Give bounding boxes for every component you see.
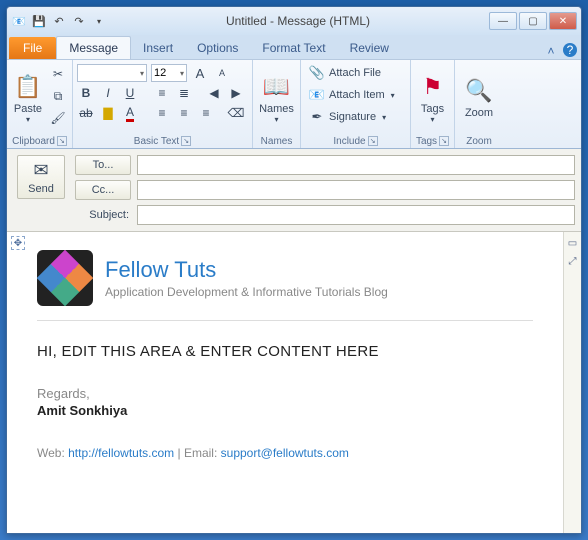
send-button[interactable]: ✉ Send [17,155,65,199]
minimize-button[interactable]: — [489,12,517,30]
file-tab[interactable]: File [9,37,56,59]
copy-icon[interactable]: ⧉ [48,86,68,106]
clear-formatting-icon[interactable]: ⌫ [227,104,245,122]
ribbon-tabs: File Message Insert Options Format Text … [7,35,581,59]
tab-message[interactable]: Message [56,36,131,59]
subject-input[interactable] [137,205,575,225]
anchor-handle-icon[interactable]: ✥ [11,236,25,250]
cc-button[interactable]: Cc... [75,180,131,200]
basictext-dialog-launcher[interactable]: ↘ [181,136,191,146]
chevron-down-icon: ▾ [391,91,395,100]
minimize-ribbon-icon[interactable]: ˄ [543,43,559,59]
flag-icon: ⚑ [417,71,449,103]
close-button[interactable]: ✕ [549,12,577,30]
format-painter-icon[interactable]: 🖌 [48,108,68,128]
group-tags: ⚑ Tags ▾ Tags↘ [411,60,455,148]
font-color-icon[interactable]: A [121,104,139,122]
signature-title: Fellow Tuts [105,257,388,283]
tags-button[interactable]: ⚑ Tags ▾ [415,62,450,132]
group-zoom: 🔍 Zoom Zoom [455,60,503,148]
bold-button[interactable]: B [77,84,95,102]
expand-icon[interactable]: ⤢ [566,254,580,268]
include-dialog-launcher[interactable]: ↘ [368,136,378,146]
to-button[interactable]: To... [75,155,131,175]
address-book-icon: 📖 [261,71,293,103]
quick-access-toolbar: 📧 💾 ↶ ↷ ▾ [11,13,107,29]
font-family-select[interactable]: ▾ [77,64,147,82]
signature-web-link[interactable]: http://fellowtuts.com [68,446,174,460]
numbering-icon[interactable]: ≣ [175,84,193,102]
names-button[interactable]: 📖 Names ▾ [257,62,296,132]
paste-icon: 📋 [12,71,44,103]
increase-indent-icon[interactable]: ▶ [227,84,245,102]
maximize-button[interactable]: ▢ [519,12,547,30]
paperclip-icon: 📎 [309,65,325,81]
outlook-message-window: 📧 💾 ↶ ↷ ▾ Untitled - Message (HTML) — ▢ … [6,6,582,534]
tab-options[interactable]: Options [185,37,250,59]
align-center-icon[interactable]: ≡ [175,104,193,122]
magnifier-icon: 🔍 [463,75,495,107]
grow-font-icon[interactable]: A [191,64,209,82]
signature-body-placeholder: HI, EDIT THIS AREA & ENTER CONTENT HERE [37,343,533,360]
message-body-area: ✥ Fellow Tuts Application Development & … [7,232,581,533]
message-body-editor[interactable]: Fellow Tuts Application Development & In… [7,232,563,533]
window-controls: — ▢ ✕ [489,12,577,30]
attach-file-button[interactable]: 📎Attach File [305,62,385,84]
tab-insert[interactable]: Insert [131,37,185,59]
align-right-icon[interactable]: ≡ [197,104,215,122]
chevron-down-icon: ▾ [26,115,30,124]
group-names: 📖 Names ▾ Names [253,60,301,148]
clipboard-dialog-launcher[interactable]: ↘ [57,136,67,146]
cut-icon[interactable]: ✂ [48,64,68,84]
align-left-icon[interactable]: ≡ [153,104,171,122]
chevron-down-icon: ▾ [274,115,278,124]
zoom-button[interactable]: 🔍 Zoom [459,62,499,132]
underline-button[interactable]: U [121,84,139,102]
font-size-select[interactable]: 12▾ [151,64,187,82]
send-icon: ✉ [33,160,48,181]
subject-label: Subject: [75,209,131,221]
italic-button[interactable]: I [99,84,117,102]
undo-icon[interactable]: ↶ [51,13,67,29]
message-header: ✉ Send To... Cc... Subject: [7,149,581,232]
strike-button[interactable]: ab [77,104,95,122]
window-title: Untitled - Message (HTML) [107,14,489,28]
chevron-down-icon: ▾ [430,115,434,124]
group-clipboard: 📋 Paste ▾ ✂ ⧉ 🖌 Clipboard↘ [7,60,73,148]
bullets-icon[interactable]: ≡ [153,84,171,102]
tab-review[interactable]: Review [338,37,401,59]
tab-format-text[interactable]: Format Text [250,37,337,59]
signature-regards: Regards, [37,386,533,401]
tags-dialog-launcher[interactable]: ↘ [439,136,449,146]
app-icon: 📧 [11,13,27,29]
attach-item-button[interactable]: 📧Attach Item▾ [305,84,399,106]
paste-button[interactable]: 📋 Paste ▾ [11,62,45,132]
signature-logo [37,250,93,306]
signature-icon: ✒ [309,109,325,125]
chevron-down-icon: ▾ [382,113,386,122]
body-side-toolbar: ▭ ⤢ [563,232,581,533]
decrease-indent-icon[interactable]: ◀ [205,84,223,102]
ribbon: 📋 Paste ▾ ✂ ⧉ 🖌 Clipboard↘ ▾ 12▾ A [7,59,581,149]
signature-button[interactable]: ✒Signature▾ [305,106,390,128]
attach-item-icon: 📧 [309,87,325,103]
qat-dropdown-icon[interactable]: ▾ [91,13,107,29]
signature-email-link[interactable]: support@fellowtuts.com [221,446,349,460]
to-input[interactable] [137,155,575,175]
highlight-icon[interactable]: ▇ [99,104,117,122]
cc-input[interactable] [137,180,575,200]
signature-subtitle: Application Development & Informative Tu… [105,285,388,299]
titlebar: 📧 💾 ↶ ↷ ▾ Untitled - Message (HTML) — ▢ … [7,7,581,35]
ruler-toggle-icon[interactable]: ▭ [566,236,580,250]
signature-footer: Web: http://fellowtuts.com | Email: supp… [37,446,533,460]
signature-author: Amit Sonkhiya [37,403,533,418]
save-icon[interactable]: 💾 [31,13,47,29]
help-icon[interactable]: ? [563,43,577,57]
group-include: 📎Attach File 📧Attach Item▾ ✒Signature▾ I… [301,60,411,148]
redo-icon[interactable]: ↷ [71,13,87,29]
group-basic-text: ▾ 12▾ A A B I U ≡ ≣ ◀ ▶ [73,60,253,148]
divider [37,320,533,321]
shrink-font-icon[interactable]: A [213,64,231,82]
